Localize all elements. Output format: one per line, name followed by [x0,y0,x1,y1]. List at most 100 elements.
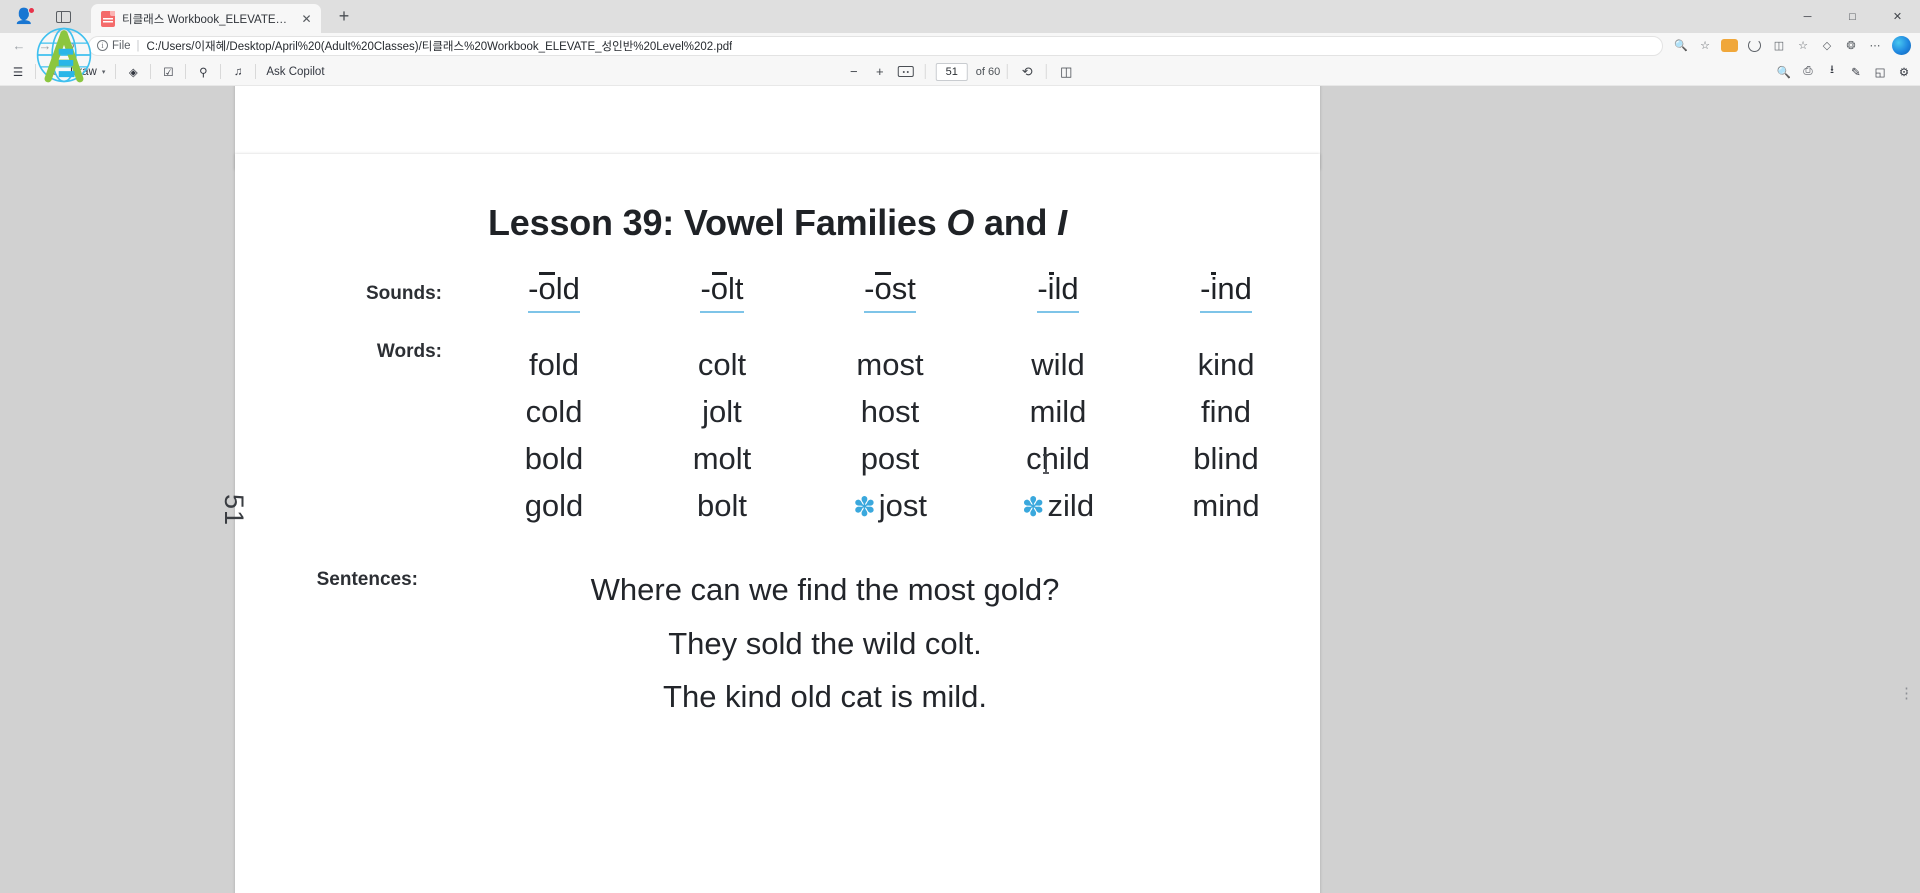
print-icon[interactable]: ⎙ [1796,61,1820,83]
sound-column: -old [470,271,638,313]
address-bar[interactable]: i File | C:/Users/이재혜/Desktop/April%20(A… [88,35,1663,56]
signature-icon[interactable]: ⚲ [191,61,215,83]
pdf-viewer-canvas[interactable]: 51 Lesson 39: Vowel Families O and I Sou… [0,86,1920,893]
zoom-out-button[interactable]: − [842,61,866,83]
browser-tab[interactable]: 티클래스 Workbook_ELEVATE_성 ✕ [91,3,321,34]
read-aloud-icon[interactable]: ♫ [226,61,250,83]
word-text: mild [1029,394,1087,430]
sounds-cells: -old -olt -ost -ild -ind [470,271,1320,313]
url-scheme-label: File [112,39,131,52]
close-window-button[interactable]: ✕ [1875,0,1920,33]
tab-title: 티클래스 Workbook_ELEVATE_성 [122,13,291,26]
sentence-item: They sold the wild colt. [668,625,982,661]
sound-pattern: -olt [700,271,744,313]
page-number-input[interactable]: 51 [935,62,968,81]
sentence-lines: Where can we find the most gold? They sol… [440,563,1320,723]
word-column: colt jolt molt bolt [638,341,806,529]
sound-pattern: -old [528,271,580,313]
sounds-row: Sounds: -old -olt -ost -ild -ind [235,271,1320,313]
edge-logo-icon[interactable] [1892,36,1911,55]
fullscreen-icon[interactable]: ◱ [1868,61,1892,83]
zoom-in-button[interactable]: + [868,61,892,83]
new-tab-button[interactable]: + [330,4,358,30]
draw-pen-icon[interactable]: ✎ [41,61,65,83]
maximize-button[interactable]: □ [1830,0,1875,33]
word-item: ✽jost [806,482,974,529]
word-item: bold [470,435,638,482]
scroll-position-marker[interactable]: ⋮ [1899,684,1914,702]
rotate-icon[interactable]: ⟲ [1015,61,1039,83]
add-text-icon[interactable]: ☑ [156,61,180,83]
word-text: zild [1047,488,1095,524]
zoom-in-icon[interactable]: 🔍 [1669,35,1693,57]
asterisk-icon: ✽ [1021,492,1045,523]
tab-search-icon [55,10,71,23]
browser-essentials-icon[interactable]: ❂ [1839,35,1863,57]
word-text: kind [1197,347,1255,382]
word-text: mind [1192,488,1260,524]
word-item: post [806,435,974,482]
word-item: kind [1142,341,1310,388]
profile-button[interactable]: 👤 [10,4,38,30]
word-text: child [1026,441,1090,477]
word-text: bolt [697,488,747,524]
pdf-file-icon [101,10,115,27]
pdf-toolbar-right-group: 🔍 ⎙ ⭳ ✎ ◱ ⚙ [1772,61,1916,83]
sound-column: -ild [974,271,1142,313]
more-options-icon[interactable]: ⋯ [1863,35,1887,57]
word-column: kind find blind mind [1142,341,1310,529]
reload-button[interactable]: ↻ [58,35,82,57]
word-text: fold [529,347,579,382]
annotate-icon[interactable]: ✎ [1844,61,1868,83]
table-of-contents-icon[interactable]: ☰ [6,61,30,83]
extension-pill-icon[interactable] [1717,35,1741,57]
word-column: wild mild child ✽zild [974,341,1142,529]
word-item: find [1142,388,1310,435]
split-screen-icon[interactable]: ◫ [1767,35,1791,57]
page-number-printed: 51 [219,494,249,527]
sentence-item: The kind old cat is mild. [663,679,987,715]
page-count-label: of 60 [975,65,1001,78]
sound-column: -ost [806,271,974,313]
word-item: gold [470,482,638,529]
highlighter-icon[interactable]: ◈ [121,61,145,83]
sound-column: -ind [1142,271,1310,313]
back-button[interactable]: ← [6,35,32,57]
title-vowel-o: O [946,202,975,243]
ask-copilot-button[interactable]: Ask Copilot [261,61,329,83]
collections-icon[interactable]: ◇ [1815,35,1839,57]
close-tab-button[interactable]: ✕ [298,10,315,27]
forward-button[interactable]: → [32,35,58,57]
page-title: Lesson 39: Vowel Families O and I [235,202,1320,244]
save-icon[interactable]: ⭳ [1820,61,1844,83]
word-text: most [856,347,924,382]
pdf-page-current: 51 Lesson 39: Vowel Families O and I Sou… [219,154,1320,893]
word-column: fold cold bold gold [470,341,638,529]
draw-button[interactable]: Draw ▾ [65,61,110,83]
navigation-bar: ← → ↻ i File | C:/Users/이재혜/Desktop/Apri… [0,33,1920,58]
gear-icon[interactable]: ⚙ [1892,61,1916,83]
sentence-item: Where can we find the most gold? [590,572,1060,608]
words-label: Words: [376,341,442,362]
word-item: cold [470,388,638,435]
word-column: most host post ✽jost [806,341,974,529]
page-layout-icon[interactable]: ◫ [1054,61,1078,83]
star-icon[interactable]: ☆ [1693,35,1717,57]
info-circle-icon[interactable]: i [97,40,108,51]
word-item: bolt [638,482,806,529]
toolbar-divider [150,64,152,79]
word-text: gold [524,488,584,524]
word-text: bold [524,441,584,477]
minimize-button[interactable]: ─ [1785,0,1830,33]
word-text: post [860,441,920,477]
text-cursor [1043,454,1049,474]
favorites-star-icon[interactable]: ☆ [1791,35,1815,57]
browser-window: 👤 티클래스 Workbook_ELEVATE_성 ✕ + ─ □ ✕ ← → … [0,0,1920,893]
asterisk-icon: ✽ [853,492,876,523]
tab-actions-button[interactable] [48,4,78,30]
search-icon[interactable]: 🔍 [1772,61,1796,83]
pdf-page-controls: − + 51 of 60 ⟲ ◫ [842,61,1078,83]
copilot-icon[interactable] [1741,35,1767,57]
omnibox-actions: 🔍 ☆ [1669,35,1717,57]
fit-to-page-icon[interactable] [894,61,918,83]
